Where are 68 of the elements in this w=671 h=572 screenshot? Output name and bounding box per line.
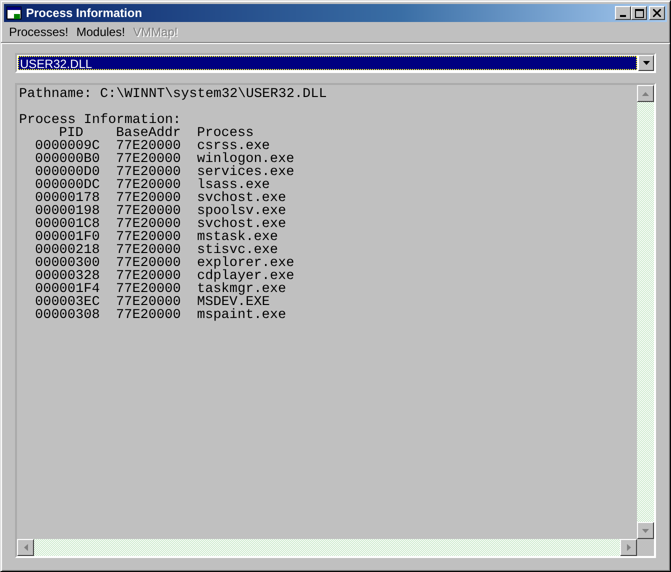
table-cell: 77E20000: [116, 218, 181, 231]
table-cell: stisvc.exe: [197, 244, 278, 257]
table-cell: mstask.exe: [197, 231, 278, 244]
table-cell-text: 000003EC: [34, 296, 100, 309]
table-cell: taskmgr.exe: [197, 283, 286, 296]
scroll-left-button[interactable]: [17, 539, 34, 556]
table-cell: 77E20000: [116, 231, 181, 244]
table-cell: lsass.exe: [197, 179, 270, 192]
table-cell-text: 00000198: [34, 205, 100, 218]
table-cell-text: 000000DC: [34, 179, 100, 192]
table-cell: 77E20000: [116, 192, 181, 205]
table-cell-text: 00000178: [34, 192, 100, 205]
maximize-button[interactable]: [631, 6, 647, 20]
close-button[interactable]: [649, 6, 665, 20]
menu-item[interactable]: Modules!: [72, 25, 130, 39]
scroll-down-button[interactable]: [637, 522, 654, 539]
table-cell: csrss.exe: [197, 140, 270, 153]
table-cell: 77E20000: [116, 166, 181, 179]
table-cell: spoolsv.exe: [197, 205, 286, 218]
table-cell-text: 00000308: [34, 309, 100, 322]
table-cell: 77E20000: [116, 270, 181, 283]
down-arrow-icon: [642, 528, 649, 532]
table-cell-text: 0000009C: [34, 140, 100, 153]
table-cell: 77E20000: [116, 140, 181, 153]
scroll-right-button[interactable]: [620, 539, 637, 556]
table-cell: 77E20000: [116, 296, 181, 309]
table-cell: explorer.exe: [197, 257, 294, 270]
horizontal-scrollbar[interactable]: [17, 539, 637, 556]
app-icon: [6, 6, 22, 20]
table-cell-text: 000001F0: [34, 231, 100, 244]
table-cell: 77E20000: [116, 257, 181, 270]
table-cell: 77E20000: [116, 244, 181, 257]
vertical-scrollbar[interactable]: [637, 85, 654, 539]
table-cell-text: 000000D0: [34, 166, 100, 179]
table-cell-text: 000001F4: [34, 283, 100, 296]
minimize-button[interactable]: [615, 6, 631, 20]
table-cell: 77E20000: [116, 283, 181, 296]
table-cell: 77E20000: [116, 179, 181, 192]
window-title: Process Information: [26, 6, 144, 20]
column-header: BaseAddr: [116, 127, 181, 140]
table-cell-text: 00000300: [34, 257, 100, 270]
column-header: Process: [197, 127, 254, 140]
close-icon: [653, 9, 661, 17]
table-cell: svchost.exe: [197, 218, 286, 231]
caret-icon: [642, 61, 650, 65]
table-cell-text: 00000218: [34, 244, 100, 257]
section-heading: Process Information:: [19, 114, 182, 127]
right-arrow-icon: [626, 544, 630, 551]
table-cell-text: 000000B0: [34, 153, 100, 166]
left-arrow-icon: [24, 544, 28, 551]
table-cell: winlogon.exe: [197, 153, 294, 166]
menu-item[interactable]: Processes!: [5, 25, 72, 39]
table-cell: cdplayer.exe: [197, 270, 294, 283]
table-cell: mspaint.exe: [197, 309, 286, 322]
maximize-icon: [634, 8, 644, 18]
column-header: PID: [59, 127, 84, 140]
table-cell: MSDEV.EXE: [197, 296, 270, 309]
table-cell-text: 000001C8: [34, 218, 100, 231]
table-cell: svchost.exe: [197, 192, 286, 205]
up-arrow-icon: [642, 92, 649, 96]
table-cell: 77E20000: [116, 205, 181, 218]
dropdown-button[interactable]: [638, 55, 654, 71]
scroll-up-button[interactable]: [637, 85, 654, 102]
table-cell: 77E20000: [116, 153, 181, 166]
table-cell-text: 00000328: [34, 270, 100, 283]
pathname-text: Pathname: C:\WINNT\system32\USER32.DLL: [19, 88, 328, 101]
table-cell: services.exe: [197, 166, 294, 179]
table-cell: 77E20000: [116, 309, 181, 322]
